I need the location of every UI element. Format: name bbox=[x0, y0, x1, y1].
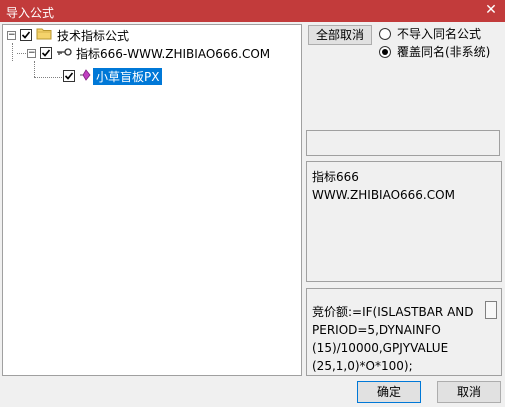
key-icon bbox=[56, 46, 72, 60]
tree-node-label: 小草盲板PX bbox=[93, 67, 163, 85]
close-icon[interactable]: ✕ bbox=[483, 2, 499, 18]
title-bar: 导入公式 ✕ bbox=[0, 0, 505, 22]
cancel-button[interactable]: 取消 bbox=[437, 381, 501, 403]
radio-button[interactable] bbox=[379, 45, 391, 58]
collapse-icon[interactable]: − bbox=[27, 48, 36, 58]
radio-overwrite[interactable]: 覆盖同名(非系统) bbox=[379, 43, 490, 60]
tree-connector bbox=[34, 77, 64, 78]
radio-label: 不导入同名公式 bbox=[397, 27, 482, 41]
radio-no-import[interactable]: 不导入同名公式 bbox=[379, 25, 481, 42]
tree-node-label: 技术指标公式 bbox=[57, 28, 130, 43]
tree-node-leaf[interactable]: 小草盲板PX bbox=[63, 67, 163, 85]
checkbox-leaf[interactable] bbox=[63, 70, 75, 82]
tree-node-label: 指标666-WWW.ZHIBIAO666.COM bbox=[76, 46, 271, 61]
formula-tree[interactable]: − 技术指标公式 − 指标666-WWW.ZHIBIAO666.COM 小草盲板… bbox=[2, 24, 302, 376]
folder-icon bbox=[36, 27, 52, 43]
tree-connector bbox=[34, 61, 35, 77]
description-line: WWW.ZHIBIAO666.COM bbox=[312, 188, 455, 202]
radio-button[interactable] bbox=[379, 27, 391, 40]
deselect-all-button[interactable]: 全部取消 bbox=[308, 25, 372, 45]
formula-panel: 竞价额:=IF(ISLASTBAR AND PERIOD=5,DYNAINFO … bbox=[306, 288, 502, 376]
formula-line: (25,1,0)*O*100); bbox=[312, 359, 413, 373]
tree-connector bbox=[17, 53, 26, 54]
empty-panel bbox=[306, 130, 500, 156]
tree-connector bbox=[12, 43, 13, 61]
formula-line: PERIOD=5,DYNAINFO bbox=[312, 323, 441, 337]
ok-button[interactable]: 确定 bbox=[357, 381, 421, 403]
tree-node-root[interactable]: − 技术指标公式 bbox=[7, 26, 129, 44]
scrollbar-thumb[interactable] bbox=[485, 301, 497, 319]
checkbox-child[interactable] bbox=[40, 47, 52, 59]
tree-node-child[interactable]: − 指标666-WWW.ZHIBIAO666.COM bbox=[27, 44, 270, 62]
radio-label: 覆盖同名(非系统) bbox=[397, 45, 491, 59]
description-line: 指标666 bbox=[312, 170, 359, 184]
formula-line: 竞价额:=IF(ISLASTBAR AND bbox=[312, 305, 474, 319]
checkbox-root[interactable] bbox=[20, 29, 32, 41]
window-title: 导入公式 bbox=[6, 6, 55, 20]
description-panel: 指标666 WWW.ZHIBIAO666.COM bbox=[306, 161, 502, 282]
formula-line: (15)/10000,GPJYVALUE bbox=[312, 341, 449, 355]
collapse-icon[interactable]: − bbox=[7, 30, 16, 40]
formula-icon bbox=[79, 68, 91, 84]
